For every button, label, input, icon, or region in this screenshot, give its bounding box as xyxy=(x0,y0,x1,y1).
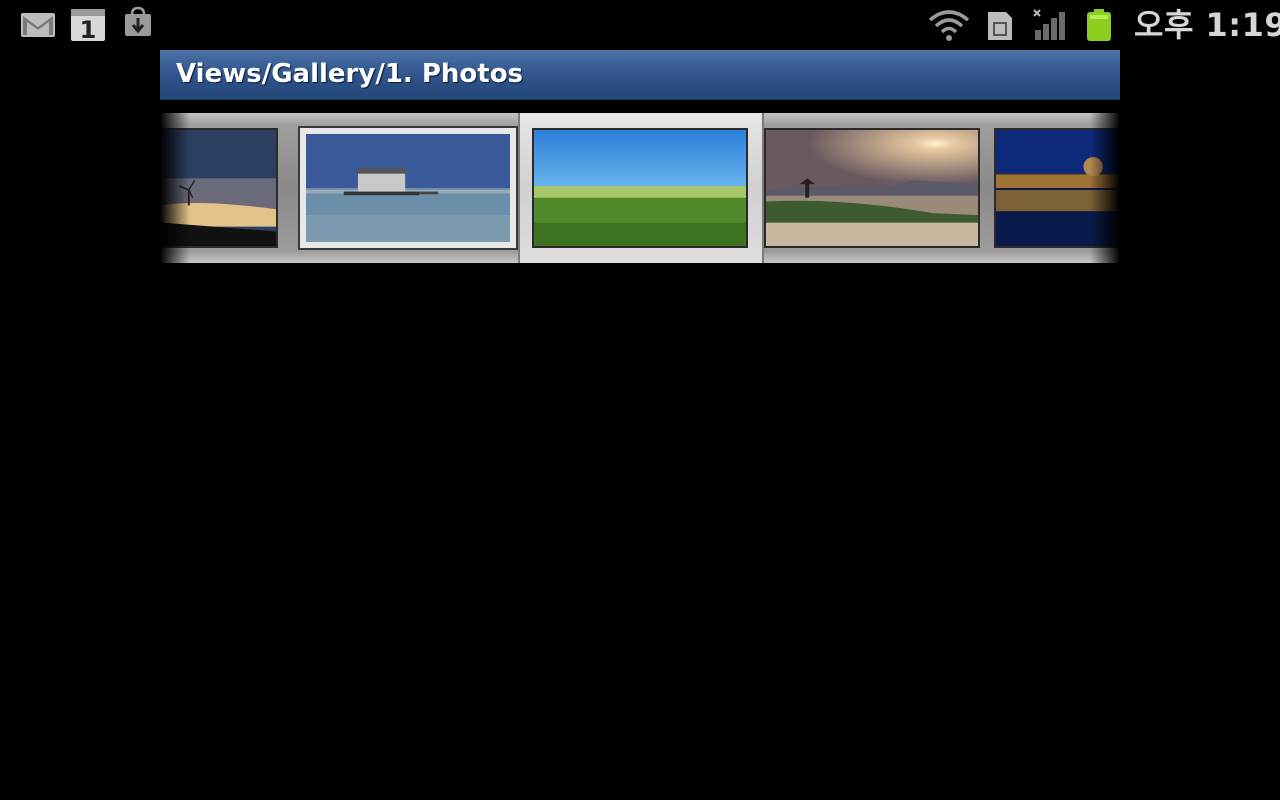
sim-card-icon xyxy=(986,10,1014,42)
wifi-icon xyxy=(928,8,970,42)
download-icon xyxy=(122,6,154,38)
gallery-item-field-photo[interactable] xyxy=(532,128,748,248)
battery-icon xyxy=(1086,8,1112,42)
page-title: Views/Gallery/1. Photos xyxy=(176,59,524,89)
status-bar: 1 오후 1:19 xyxy=(0,0,1280,50)
title-bar: Views/Gallery/1. Photos xyxy=(160,50,1120,100)
calendar-day-number: 1 xyxy=(80,16,97,42)
gallery-item-sunset-pavilion-photo[interactable] xyxy=(764,128,980,248)
gallery-fade-right xyxy=(1090,113,1120,263)
gallery-fade-left xyxy=(160,113,190,263)
signal-icon xyxy=(1032,8,1066,42)
calendar-icon: 1 xyxy=(70,8,106,44)
photo-gallery[interactable] xyxy=(160,113,1120,263)
status-clock: 오후 1:19 xyxy=(1134,6,1280,44)
gallery-item-boathouse-photo[interactable] xyxy=(298,126,518,250)
gmail-icon xyxy=(20,12,56,38)
